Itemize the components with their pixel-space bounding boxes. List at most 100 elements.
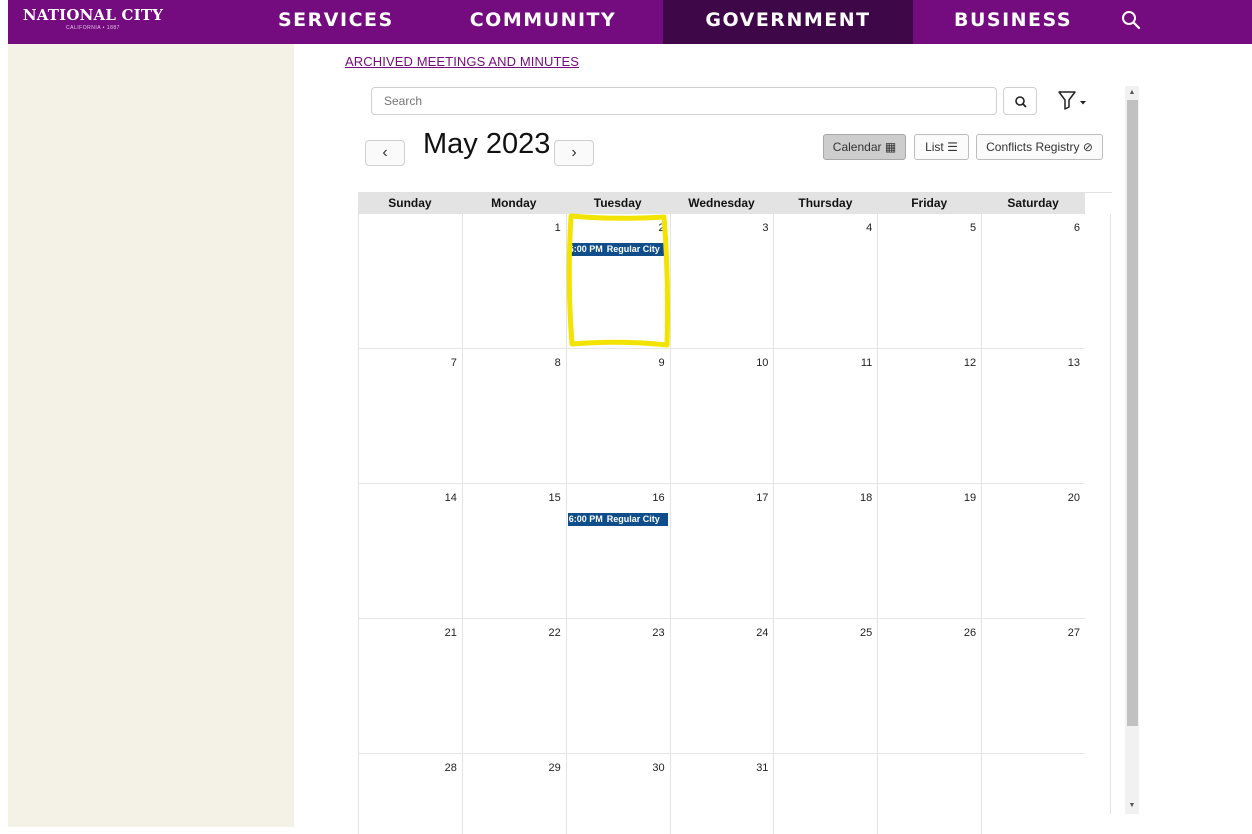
calendar-day-cell[interactable]: 30 [565, 754, 670, 834]
day-number: 25 [860, 627, 873, 639]
day-number: 30 [652, 762, 665, 774]
filter-button[interactable] [1055, 86, 1091, 114]
calendar-view-label: Calendar [832, 140, 882, 154]
day-number: 11 [860, 357, 873, 369]
scrollbar-thumb[interactable] [1127, 100, 1138, 726]
calendar-day-cell[interactable]: 4 [773, 214, 877, 348]
day-number: 28 [444, 762, 457, 774]
list-view-button[interactable]: List ☰ [914, 134, 969, 160]
conflicts-registry-button[interactable]: Conflicts Registry ⊘ [976, 134, 1103, 160]
day-number: 6 [1073, 222, 1081, 234]
day-number: 27 [1067, 627, 1081, 639]
day-number: 21 [444, 627, 457, 639]
weekday-friday: Friday [911, 196, 948, 210]
calendar-week: 28 29 30 31 [358, 754, 1085, 834]
calendar-day-cell[interactable]: 25 [773, 619, 877, 753]
calendar-day-cell[interactable]: 18 [773, 484, 877, 618]
day-number: 24 [756, 627, 769, 639]
filter-icon [1058, 91, 1086, 110]
calendar-day-cell[interactable]: 23 [565, 619, 670, 753]
next-month-button[interactable]: › [554, 140, 594, 166]
calendar-day-cell[interactable]: 20 [981, 484, 1085, 618]
calendar-day-cell[interactable] [773, 754, 877, 834]
search-input[interactable] [371, 87, 997, 115]
day-number: 18 [860, 492, 873, 504]
weekday-monday: Monday [491, 196, 537, 210]
day-number: 14 [444, 492, 457, 504]
day-number: 4 [866, 222, 873, 234]
calendar-day-cell[interactable]: 21 [358, 619, 462, 753]
day-number: 31 [756, 762, 769, 774]
calendar-day-cell[interactable]: 3 [669, 214, 774, 348]
calendar-day-cell[interactable]: 27 [981, 619, 1085, 753]
calendar-day-cell[interactable]: 24 [669, 619, 774, 753]
day-number: 17 [756, 492, 769, 504]
day-number: 1 [554, 222, 561, 234]
calendar-day-cell[interactable]: 1 [461, 214, 566, 348]
chevron-down-icon [1080, 101, 1086, 105]
day-number: 12 [963, 357, 977, 369]
nav-business[interactable]: BUSINESS [938, 0, 1088, 44]
calendar-day-cell[interactable]: 17 [669, 484, 774, 618]
calendar-icon: ▦ [884, 140, 897, 154]
calendar-day-cell[interactable] [877, 754, 981, 834]
calendar-event[interactable]: 6:00 PM Regular City [567, 513, 668, 526]
archived-meetings-link[interactable]: ARCHIVED MEETINGS AND MINUTES [345, 54, 579, 69]
calendar-day-cell[interactable]: 16 6:00 PM Regular City [565, 484, 670, 618]
calendar-week: 21 22 23 24 25 26 27 [358, 619, 1085, 754]
calendar-day-cell[interactable]: 22 [461, 619, 566, 753]
day-number: 20 [1067, 492, 1081, 504]
calendar-day-cell[interactable]: 6 [981, 214, 1085, 348]
calendar-day-cell[interactable]: 11 [773, 349, 877, 483]
calendar-day-cell[interactable]: 5 [877, 214, 981, 348]
city-logo[interactable]: NATIONAL CITY CALIFORNIA • 1887 [8, 6, 178, 31]
calendar-day-cell[interactable]: 13 [981, 349, 1085, 483]
weekday-wednesday: Wednesday [688, 196, 755, 210]
logo-tagline: CALIFORNIA • 1887 [66, 25, 120, 31]
calendar-day-cell[interactable]: 26 [877, 619, 981, 753]
calendar-day-cell[interactable]: 9 [565, 349, 670, 483]
scroll-down-arrow-icon[interactable]: ▼ [1125, 800, 1139, 812]
list-view-label: List [925, 140, 944, 154]
weekday-saturday: Saturday [1007, 196, 1059, 210]
calendar-day-cell[interactable]: 15 [461, 484, 566, 618]
day-number: 16 [652, 492, 665, 504]
day-number: 22 [548, 627, 561, 639]
weekday-sunday: Sunday [388, 196, 432, 210]
weekday-header: Sunday Monday Tuesday Wednesday Thursday… [358, 193, 1085, 214]
day-number: 13 [1067, 357, 1081, 369]
month-title: May 2023 [423, 128, 551, 160]
calendar-day-cell[interactable]: 12 [877, 349, 981, 483]
previous-month-button[interactable]: ‹ [365, 140, 405, 166]
weekday-thursday: Thursday [798, 196, 853, 210]
scroll-up-arrow-icon[interactable]: ▲ [1125, 87, 1139, 99]
calendar-day-cell[interactable]: 29 [461, 754, 566, 834]
calendar-day-cell[interactable]: 8 [461, 349, 566, 483]
day-number: 10 [756, 357, 769, 369]
calendar-day-cell[interactable]: 14 [358, 484, 462, 618]
calendar-week: 1 2 6:00 PM Regular City 3 4 5 6 [358, 214, 1085, 349]
search-icon[interactable] [1121, 10, 1141, 30]
calendar-day-cell[interactable]: 28 [358, 754, 462, 834]
nav-government[interactable]: GOVERNMENT [663, 0, 913, 44]
day-number: 19 [963, 492, 977, 504]
calendar-day-cell[interactable]: 7 [358, 349, 462, 483]
day-number: 5 [970, 222, 977, 234]
calendar-day-cell[interactable] [981, 754, 1085, 834]
top-navigation-bar: NATIONAL CITY CALIFORNIA • 1887 SERVICES… [8, 0, 1252, 44]
calendar-day-cell[interactable]: 31 [669, 754, 774, 834]
event-title: Regular City [606, 514, 660, 524]
day-number: 9 [658, 357, 665, 369]
day-number: 7 [450, 357, 457, 369]
search-button-icon [1015, 96, 1027, 108]
calendar-day-cell[interactable]: 19 [877, 484, 981, 618]
calendar-day-cell[interactable]: 10 [669, 349, 774, 483]
left-sidebar [8, 44, 294, 827]
nav-community[interactable]: COMMUNITY [468, 0, 618, 44]
search-button[interactable] [1003, 87, 1037, 115]
calendar-day-cell[interactable] [358, 214, 462, 348]
nav-services[interactable]: SERVICES [278, 0, 392, 44]
day-number: 23 [652, 627, 665, 639]
calendar-view-button[interactable]: Calendar ▦ [823, 134, 906, 160]
day-number: 26 [963, 627, 977, 639]
